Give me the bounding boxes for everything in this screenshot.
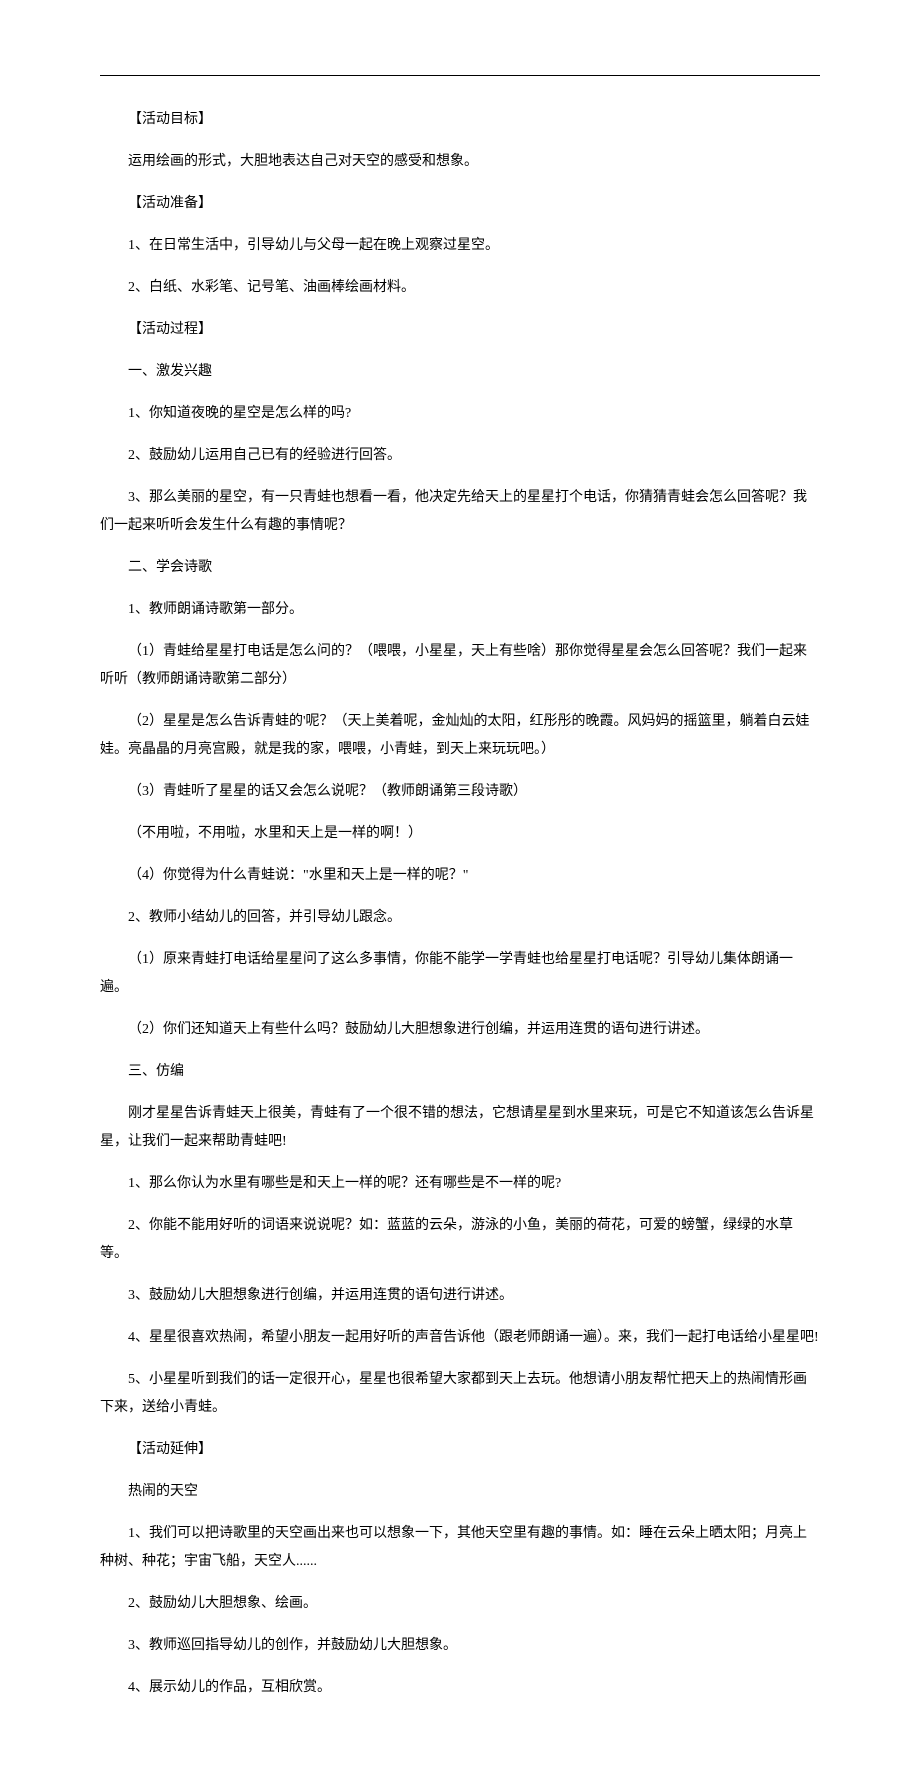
text-line: 2、白纸、水彩笔、记号笔、油画棒绘画材料。	[100, 274, 820, 302]
text-paragraph: 5、小星星听到我们的话一定很开心，星星也很希望大家都到天上去玩。他想请小朋友帮忙…	[100, 1366, 820, 1422]
text-line: 【活动准备】	[100, 190, 820, 218]
text-line: 2、鼓励幼儿运用自己已有的经验进行回答。	[100, 442, 820, 470]
text-line: 3、鼓励幼儿大胆想象进行创编，并运用连贯的语句进行讲述。	[100, 1282, 820, 1310]
text-line: 热闹的天空	[100, 1478, 820, 1506]
text-paragraph: （1）青蛙给星星打电话是怎么问的？（喂喂，小星星，天上有些啥）那你觉得星星会怎么…	[100, 638, 820, 694]
text-paragraph: 1、我们可以把诗歌里的天空画出来也可以想象一下，其他天空里有趣的事情。如：睡在云…	[100, 1520, 820, 1576]
text-line: 1、那么你认为水里有哪些是和天上一样的呢？还有哪些是不一样的呢?	[100, 1170, 820, 1198]
text-line: （2）你们还知道天上有些什么吗？鼓励幼儿大胆想象进行创编，并运用连贯的语句进行讲…	[100, 1016, 820, 1044]
text-line: 1、你知道夜晚的星空是怎么样的吗?	[100, 400, 820, 428]
text-line: 【活动过程】	[100, 316, 820, 344]
horizontal-divider	[100, 75, 820, 76]
text-line: 1、在日常生活中，引导幼儿与父母一起在晚上观察过星空。	[100, 232, 820, 260]
text-line: 4、星星很喜欢热闹，希望小朋友一起用好听的声音告诉他（跟老师朗诵一遍）。来，我们…	[100, 1324, 820, 1352]
text-line: 4、展示幼儿的作品，互相欣赏。	[100, 1674, 820, 1702]
text-line: （3）青蛙听了星星的话又会怎么说呢？（教师朗诵第三段诗歌）	[100, 778, 820, 806]
text-line: 二、学会诗歌	[100, 554, 820, 582]
text-line: 三、仿编	[100, 1058, 820, 1086]
text-line: （1）原来青蛙打电话给星星问了这么多事情，你能不能学一学青蛙也给星星打电话呢？引…	[100, 946, 820, 1002]
text-paragraph: 刚才星星告诉青蛙天上很美，青蛙有了一个很不错的想法，它想请星星到水里来玩，可是它…	[100, 1100, 820, 1156]
text-line: 2、你能不能用好听的词语来说说呢？如：蓝蓝的云朵，游泳的小鱼，美丽的荷花，可爱的…	[100, 1212, 820, 1268]
text-line: 一、激发兴趣	[100, 358, 820, 386]
text-line: 2、鼓励幼儿大胆想象、绘画。	[100, 1590, 820, 1618]
text-paragraph: （2）星星是怎么告诉青蛙的'呢？（天上美着呢，金灿灿的太阳，红彤彤的晚霞。风妈妈…	[100, 708, 820, 764]
text-line: 运用绘画的形式，大胆地表达自己对天空的感受和想象。	[100, 148, 820, 176]
text-line: 【活动目标】	[100, 106, 820, 134]
text-line: 【活动延伸】	[100, 1436, 820, 1464]
text-line: （不用啦，不用啦，水里和天上是一样的啊！）	[100, 820, 820, 848]
text-line: 2、教师小结幼儿的回答，并引导幼儿跟念。	[100, 904, 820, 932]
text-line: （4）你觉得为什么青蛙说："水里和天上是一样的呢？"	[100, 862, 820, 890]
text-line: 1、教师朗诵诗歌第一部分。	[100, 596, 820, 624]
text-line: 3、教师巡回指导幼儿的创作，并鼓励幼儿大胆想象。	[100, 1632, 820, 1660]
text-paragraph: 3、那么美丽的星空，有一只青蛙也想看一看，他决定先给天上的星星打个电话，你猜猜青…	[100, 484, 820, 540]
